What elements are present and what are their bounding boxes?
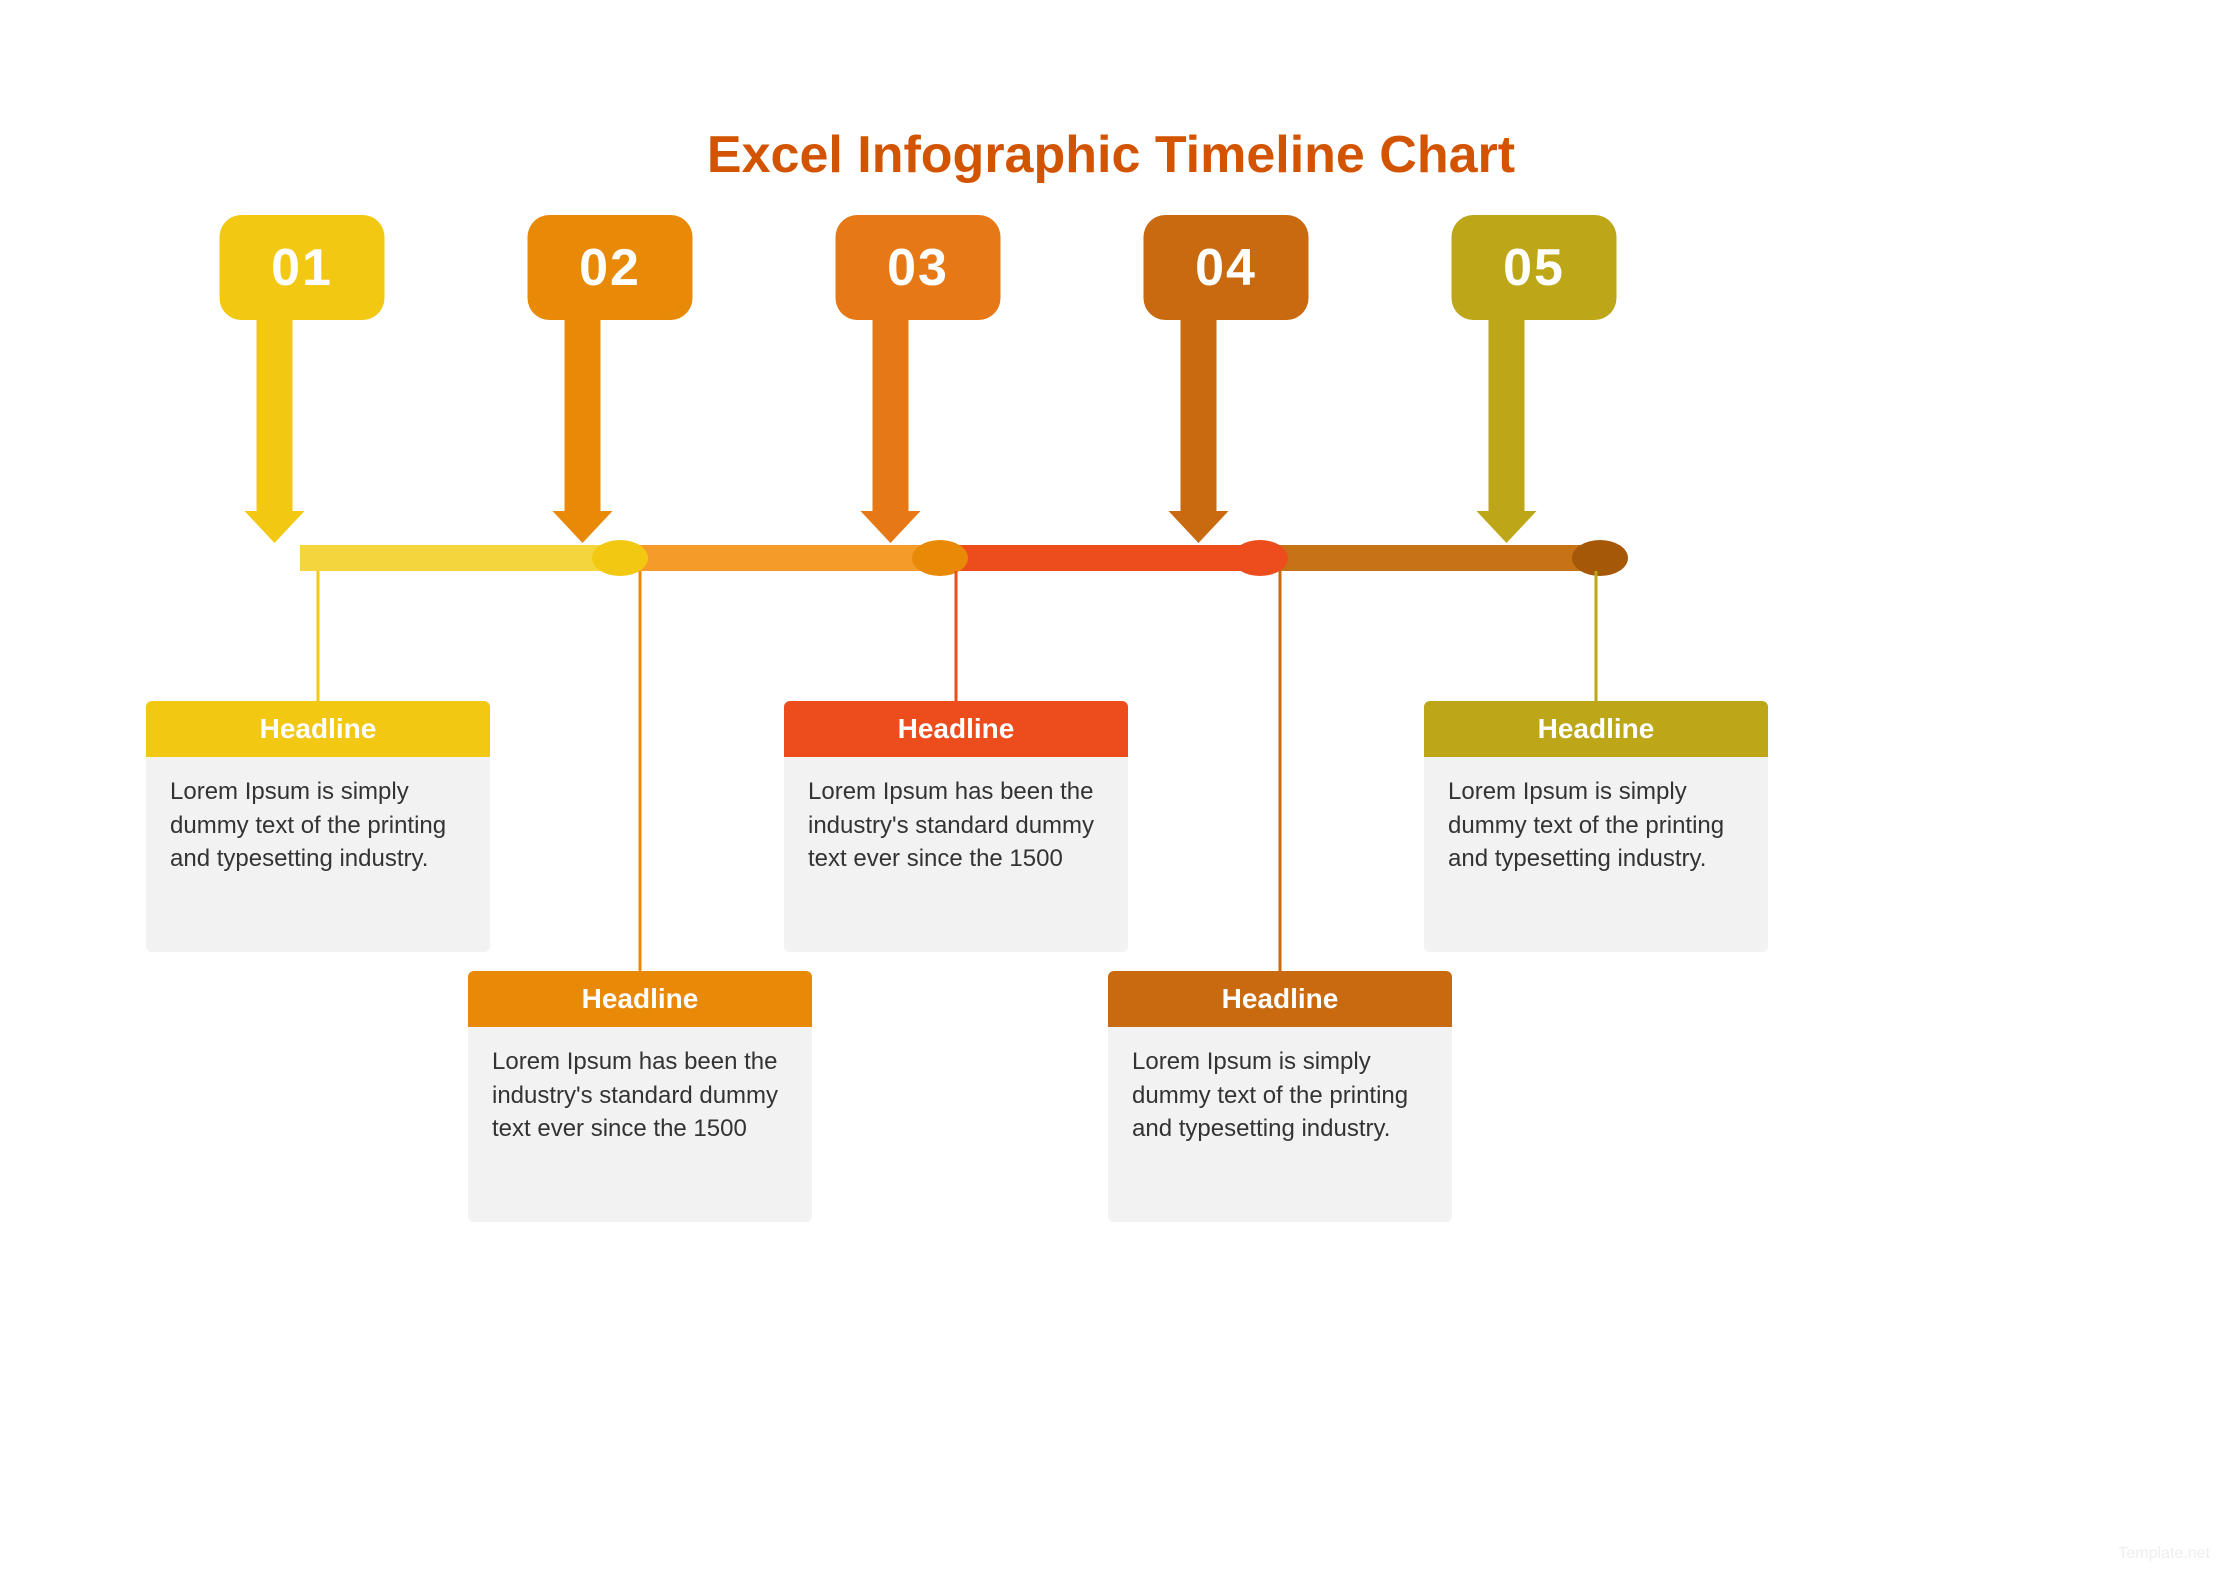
arrow-down-icon [558, 316, 608, 546]
timeline-segment-1 [300, 545, 620, 571]
timeline-card-5: Headline Lorem Ipsum is simply dummy tex… [1424, 701, 1768, 952]
card-headline: Headline [1108, 971, 1452, 1027]
arrow-down-icon [1482, 316, 1532, 546]
timeline-marker-1: 01 [250, 215, 415, 546]
timeline-marker-3: 03 [866, 215, 1031, 546]
timeline-card-4: Headline Lorem Ipsum is simply dummy tex… [1108, 971, 1452, 1222]
card-headline: Headline [1424, 701, 1768, 757]
timeline-card-1: Headline Lorem Ipsum is simply dummy tex… [146, 701, 490, 952]
timeline-segment-3 [940, 545, 1260, 571]
timeline-axis [0, 545, 2222, 571]
card-body: Lorem Ipsum is simply dummy text of the … [1424, 757, 1768, 952]
timeline-marker-4: 04 [1174, 215, 1339, 546]
step-badge-2: 02 [528, 215, 693, 320]
connector-line [317, 571, 320, 701]
card-body: Lorem Ipsum has been the industry's stan… [784, 757, 1128, 952]
card-headline: Headline [146, 701, 490, 757]
step-badge-3: 03 [836, 215, 1001, 320]
arrow-down-icon [866, 316, 916, 546]
card-body: Lorem Ipsum is simply dummy text of the … [146, 757, 490, 952]
card-headline: Headline [784, 701, 1128, 757]
watermark-text: Template.net [2118, 1545, 2210, 1563]
timeline-segment-4 [1260, 545, 1600, 571]
timeline-card-3: Headline Lorem Ipsum has been the indust… [784, 701, 1128, 952]
connector-line [1595, 571, 1598, 701]
arrow-down-icon [1174, 316, 1224, 546]
timeline-marker-5: 05 [1482, 215, 1647, 546]
timeline-marker-2: 02 [558, 215, 723, 546]
timeline-segment-2 [620, 545, 940, 571]
timeline-card-2: Headline Lorem Ipsum has been the indust… [468, 971, 812, 1222]
connector-line [639, 571, 642, 971]
step-badge-4: 04 [1144, 215, 1309, 320]
arrow-down-icon [250, 316, 300, 546]
connector-line [1279, 571, 1282, 971]
step-badge-1: 01 [220, 215, 385, 320]
step-badge-5: 05 [1452, 215, 1617, 320]
card-headline: Headline [468, 971, 812, 1027]
connector-line [955, 571, 958, 701]
card-body: Lorem Ipsum has been the industry's stan… [468, 1027, 812, 1222]
card-body: Lorem Ipsum is simply dummy text of the … [1108, 1027, 1452, 1222]
chart-title: Excel Infographic Timeline Chart [0, 125, 2222, 185]
